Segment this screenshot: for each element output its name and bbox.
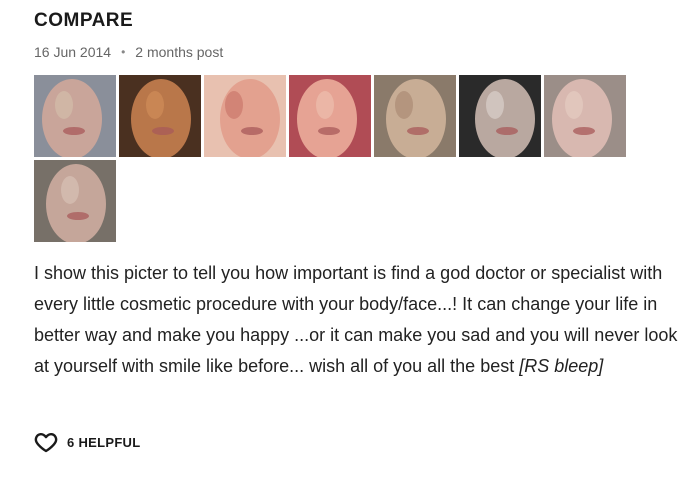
post-meta: 16 Jun 2014 • 2 months post	[34, 44, 223, 60]
photo-thumbnail[interactable]	[204, 75, 286, 157]
photo-thumbnail[interactable]	[544, 75, 626, 157]
photo-image	[374, 75, 456, 157]
post-date: 16 Jun 2014	[34, 44, 112, 60]
post-body: I show this picter to tell you how impor…	[34, 258, 694, 382]
photo-image	[289, 75, 371, 157]
photo-thumbnail[interactable]	[119, 75, 201, 157]
photo-thumbnail[interactable]	[289, 75, 371, 157]
photo-thumbnail[interactable]	[34, 75, 116, 157]
photo-image	[459, 75, 541, 157]
photo-thumbnail[interactable]	[374, 75, 456, 157]
photo-image	[119, 75, 201, 157]
photo-thumbnail[interactable]	[34, 160, 116, 242]
helpful-count: 6 HELPFUL	[67, 434, 141, 450]
helpful-button[interactable]: 6 HELPFUL	[34, 430, 140, 454]
meta-separator: •	[121, 45, 126, 59]
photo-thumbnail[interactable]	[459, 75, 541, 157]
photo-image	[204, 75, 286, 157]
photo-gallery	[34, 75, 634, 242]
photo-image	[544, 75, 626, 157]
photo-image	[34, 160, 116, 242]
post-relative-time: 2 months post	[135, 44, 224, 60]
heart-icon	[34, 432, 58, 453]
photo-image	[34, 75, 116, 157]
post-title: COMPARE	[34, 10, 134, 31]
post-body-tag: [RS bleep]	[519, 356, 604, 376]
